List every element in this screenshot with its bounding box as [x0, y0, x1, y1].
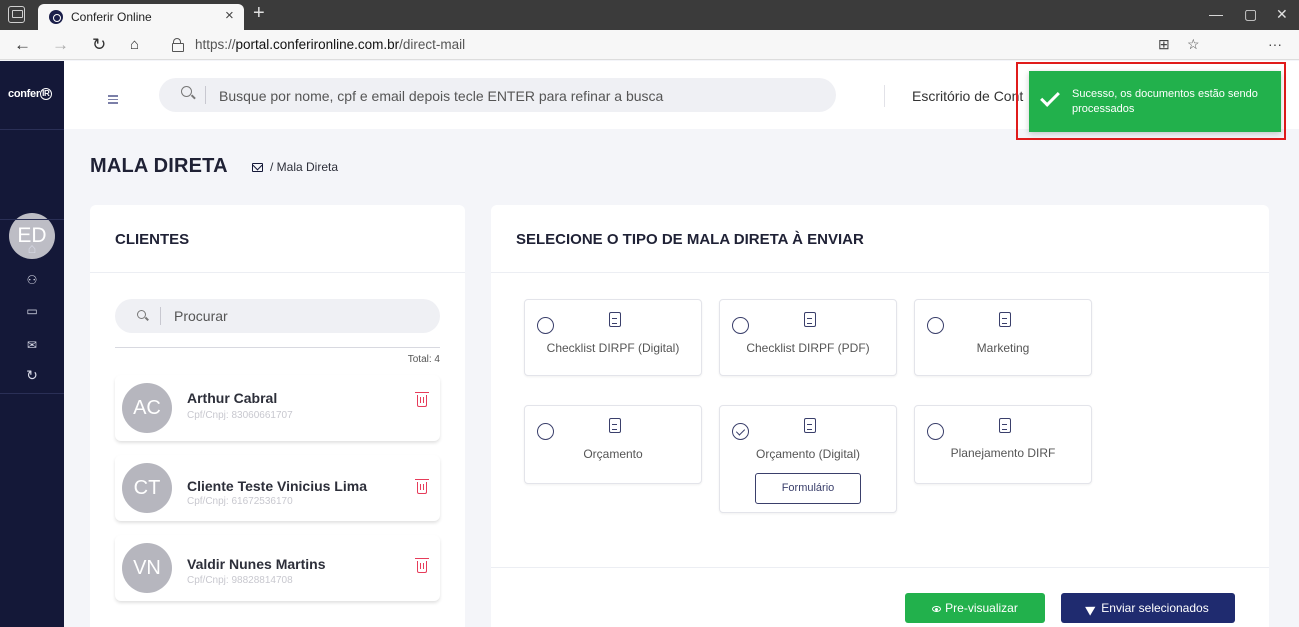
option-label: Checklist DIRPF (PDF) [746, 341, 870, 355]
radio-button[interactable] [537, 423, 554, 440]
send-selected-button[interactable]: Enviar selecionados [1061, 593, 1235, 623]
option-label: Orçamento (Digital) [755, 447, 861, 461]
clients-search-input[interactable]: Procurar [115, 299, 440, 333]
option-checklist-dirpf-pdf[interactable]: Checklist DIRPF (PDF) [719, 299, 897, 376]
option-marketing[interactable]: Marketing [914, 299, 1092, 376]
client-document: Cpf/Cnpj: 83060661707 [187, 410, 293, 421]
list-divider [115, 347, 440, 348]
back-icon[interactable]: ← [14, 35, 31, 55]
mail-breadcrumb-icon [252, 163, 263, 172]
success-toast[interactable]: Sucesso, os documentos estão sendo proce… [1029, 71, 1281, 132]
sidebar-divider [0, 393, 64, 394]
check-icon [1040, 87, 1060, 107]
option-label: Checklist DIRPF (Digital) [546, 341, 680, 355]
radio-button[interactable] [927, 317, 944, 334]
send-icon [1085, 602, 1099, 616]
client-avatar: CT [122, 463, 172, 513]
document-icon [609, 418, 621, 433]
mail-icon[interactable]: ✉ [0, 338, 64, 352]
clients-search-placeholder: Procurar [174, 308, 228, 324]
tab-actions-icon[interactable] [8, 6, 25, 23]
browser-address-bar: ← → ↻ ⌂ https://portal.conferironline.co… [0, 30, 1299, 83]
mail-type-title: SELECIONE O TIPO DE MALA DIRETA À ENVIAR [516, 231, 864, 248]
home-browser-icon[interactable]: ⌂ [130, 36, 139, 53]
option-checklist-dirpf-digital[interactable]: Checklist DIRPF (Digital) [524, 299, 702, 376]
client-avatar: AC [122, 383, 172, 433]
option-label: Orçamento [583, 447, 643, 461]
more-icon[interactable]: ··· [1268, 36, 1282, 52]
office-selector[interactable]: Escritório de Cont [912, 88, 1023, 104]
client-item[interactable]: VN Valdir Nunes Martins Cpf/Cnpj: 988288… [115, 535, 440, 601]
tab-close-icon[interactable]: × [225, 7, 234, 24]
search-separator [160, 307, 161, 325]
formulario-button[interactable]: Formulário [755, 473, 861, 504]
browser-tab-bar: Conferir Online × + — ▢ ✕ [0, 0, 1299, 30]
split-screen-icon[interactable]: ⊞ [1158, 36, 1170, 53]
page-title: MALA DIRETA [90, 155, 228, 177]
close-window-icon[interactable]: ✕ [1276, 6, 1288, 23]
search-icon [181, 86, 192, 97]
scrollbar[interactable] [1290, 140, 1296, 627]
sidebar-divider [0, 129, 64, 130]
browser-tab[interactable]: Conferir Online × [38, 4, 244, 30]
document-icon [804, 418, 816, 433]
radio-button[interactable] [537, 317, 554, 334]
breadcrumb: / Mala Direta [270, 160, 339, 174]
clients-title: CLIENTES [115, 231, 190, 248]
radio-button[interactable] [732, 317, 749, 334]
favorites-icon[interactable]: ☆ [1187, 36, 1200, 53]
refresh-icon[interactable]: ↻ [0, 367, 64, 384]
home-icon[interactable]: ⌂ [0, 240, 64, 256]
search-icon [137, 310, 146, 319]
document-icon [999, 312, 1011, 327]
client-avatar: VN [122, 543, 172, 593]
client-item[interactable]: CT Cliente Teste Vinicius Lima Cpf/Cnpj:… [115, 455, 440, 521]
card-divider [491, 272, 1269, 273]
sidebar-divider [0, 219, 64, 220]
app-logo[interactable]: confer IR [8, 88, 52, 101]
search-separator [205, 86, 206, 104]
radio-button-checked[interactable] [732, 423, 749, 440]
option-label: Planejamento DIRF [950, 446, 1056, 460]
delete-client-icon[interactable] [415, 479, 429, 494]
client-item[interactable]: AC Arthur Cabral Cpf/Cnpj: 83060661707 [115, 375, 440, 441]
users-icon[interactable]: ⚇ [0, 273, 64, 287]
forward-icon[interactable]: → [52, 35, 69, 55]
search-placeholder: Busque por nome, cpf e email depois tecl… [219, 88, 664, 104]
client-document: Cpf/Cnpj: 61672536170 [187, 496, 293, 507]
option-orcamento-digital[interactable]: Orçamento (Digital) Formulário [719, 405, 897, 513]
option-label: Marketing [976, 341, 1030, 355]
radio-button[interactable] [927, 423, 944, 440]
new-tab-icon[interactable]: + [253, 2, 265, 25]
minimize-icon[interactable]: — [1209, 6, 1223, 22]
client-document: Cpf/Cnpj: 98828814708 [187, 575, 293, 586]
sidebar: confer IR ED ⌂ ⚇ ▭ ✉ ↻ [0, 61, 64, 627]
delete-client-icon[interactable] [415, 558, 429, 573]
url-field[interactable]: https://portal.conferironline.com.br/dir… [195, 37, 465, 52]
card-divider [491, 567, 1269, 568]
clients-total: Total: 4 [407, 354, 440, 365]
option-planejamento-dirf[interactable]: Planejamento DIRF [914, 405, 1092, 484]
reload-icon[interactable]: ↻ [92, 35, 106, 55]
option-orcamento[interactable]: Orçamento [524, 405, 702, 484]
lock-icon[interactable] [172, 38, 184, 52]
global-search-input[interactable]: Busque por nome, cpf e email depois tecl… [159, 78, 836, 112]
document-icon [999, 418, 1011, 433]
client-name: Arthur Cabral [187, 390, 278, 406]
toast-message: Sucesso, os documentos estão sendo proce… [1072, 88, 1258, 115]
document-icon [609, 312, 621, 327]
eye-icon [932, 605, 942, 612]
client-name: Cliente Teste Vinicius Lima [187, 478, 367, 494]
menu-toggle-icon[interactable] [108, 95, 118, 106]
client-name: Valdir Nunes Martins [187, 556, 326, 572]
maximize-icon[interactable]: ▢ [1244, 6, 1257, 23]
preview-button[interactable]: Pre-visualizar [905, 593, 1045, 623]
tab-title: Conferir Online [71, 10, 152, 24]
delete-client-icon[interactable] [415, 392, 429, 407]
document-icon [804, 312, 816, 327]
site-favicon-icon [49, 10, 63, 24]
card-divider [90, 272, 465, 273]
header-separator [884, 85, 885, 107]
card-icon[interactable]: ▭ [0, 304, 64, 318]
